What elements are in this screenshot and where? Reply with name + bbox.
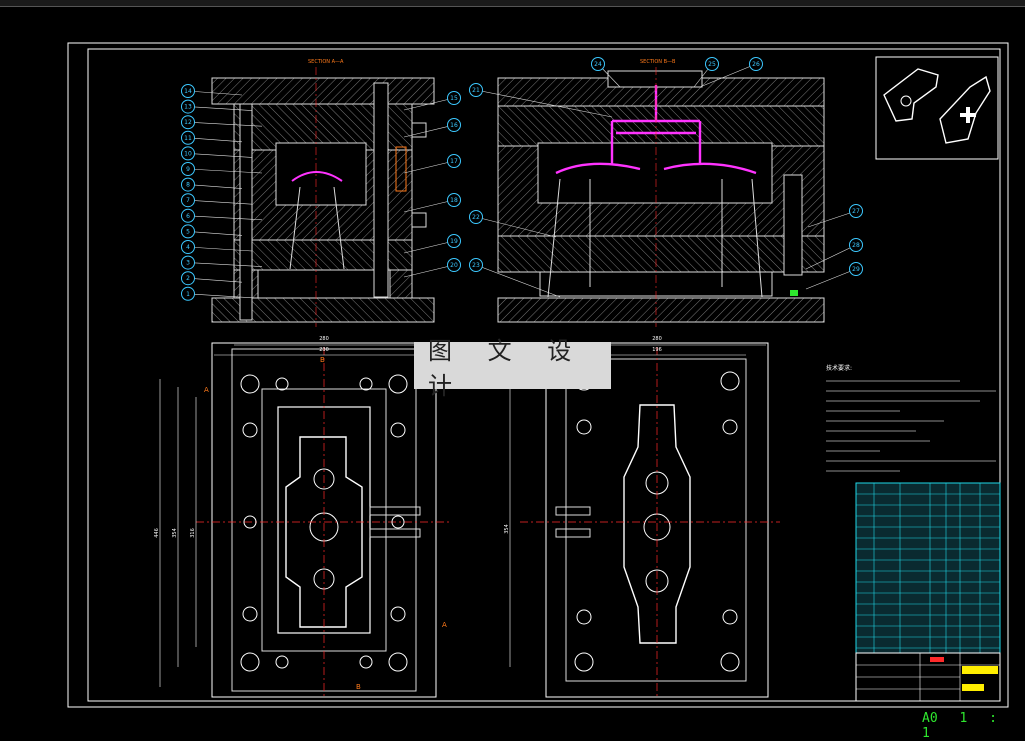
svg-text:10: 10: [184, 150, 192, 157]
plan-view-fixed-half: [159, 342, 450, 698]
dimension-label: 230: [319, 347, 329, 353]
technical-notes: 技术要求:: [826, 364, 996, 472]
svg-text:13: 13: [184, 104, 192, 111]
sheet-size: A0: [922, 711, 938, 726]
dimension-label: 280: [652, 336, 662, 342]
svg-text:27: 27: [852, 208, 860, 215]
dimension-label: 316: [190, 528, 196, 538]
svg-text:1: 1: [186, 291, 190, 298]
svg-text:21: 21: [472, 87, 480, 94]
svg-text:5: 5: [186, 228, 190, 235]
section-b-title: SECTION B—B: [640, 59, 676, 65]
dimension-label: 446: [154, 528, 160, 538]
svg-text:14: 14: [184, 88, 192, 95]
svg-text:11: 11: [184, 135, 192, 142]
callout-bubble: 2: [181, 271, 243, 286]
dimension-label: 196: [652, 347, 662, 353]
svg-text:4: 4: [186, 244, 190, 251]
svg-text:17: 17: [450, 158, 458, 165]
section-marker: A: [442, 621, 447, 629]
svg-text:8: 8: [186, 182, 190, 189]
svg-text:15: 15: [450, 95, 458, 102]
svg-text:29: 29: [852, 266, 860, 273]
notes-title: 技术要求:: [826, 364, 852, 372]
svg-text:2: 2: [186, 275, 190, 282]
status-readout: A0 1 : 1: [922, 711, 1025, 741]
svg-text:25: 25: [708, 61, 716, 68]
part-3d-view: [875, 56, 999, 160]
svg-text:19: 19: [450, 238, 458, 245]
title-block: [855, 482, 1001, 702]
svg-text:23: 23: [472, 262, 480, 269]
section-marker: B: [356, 683, 361, 691]
watermark-label: 图 文 设 计: [414, 337, 611, 400]
svg-text:28: 28: [852, 242, 860, 249]
svg-text:9: 9: [186, 166, 190, 173]
callout-bubble: 5: [181, 224, 243, 239]
dimension-label: 354: [504, 524, 510, 534]
svg-text:12: 12: [184, 119, 192, 126]
svg-text:3: 3: [186, 260, 190, 267]
callout-bubble: 11: [181, 130, 243, 145]
dimension-label: 280: [319, 336, 329, 342]
dimension-label: 354: [172, 528, 178, 538]
svg-text:24: 24: [594, 61, 602, 68]
svg-text:6: 6: [186, 213, 190, 220]
svg-text:16: 16: [450, 122, 458, 129]
svg-text:26: 26: [752, 61, 760, 68]
section-marker: B: [320, 356, 325, 364]
section-a-title: SECTION A—A: [308, 59, 344, 65]
callout-bubble: 8: [181, 177, 243, 192]
svg-text:20: 20: [450, 262, 458, 269]
svg-text:18: 18: [450, 197, 458, 204]
svg-text:22: 22: [472, 214, 480, 221]
section-b-view: SECTION B—B: [497, 59, 825, 327]
section-a-view: SECTION A—A: [211, 59, 435, 327]
section-marker: A: [204, 386, 209, 394]
window-top-bar: [0, 0, 1025, 7]
svg-text:7: 7: [186, 197, 190, 204]
